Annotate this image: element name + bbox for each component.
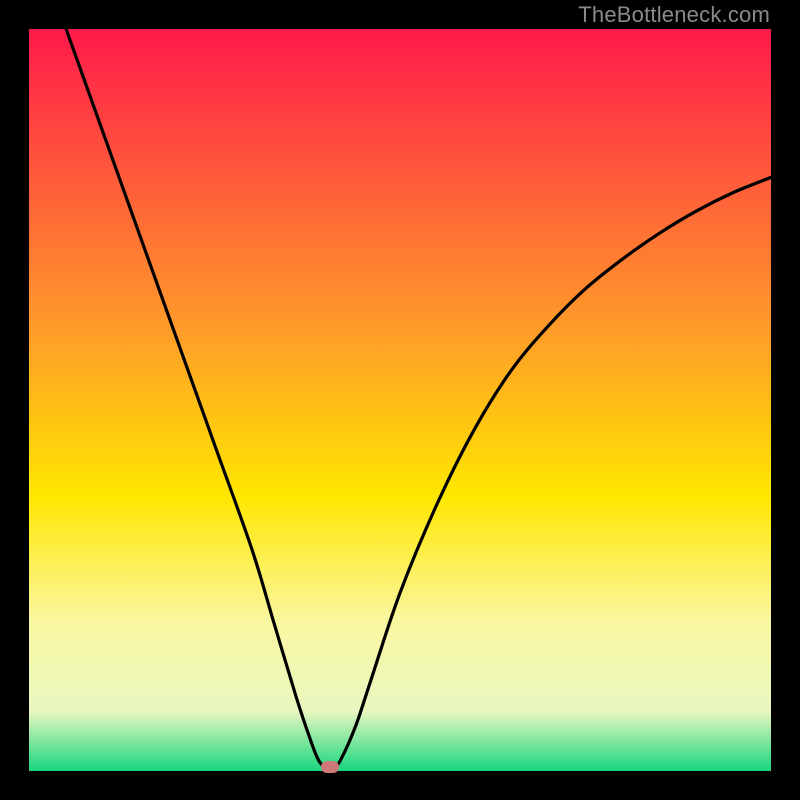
optimal-marker [321, 761, 339, 773]
bottleneck-curve [29, 29, 771, 771]
attribution-text: TheBottleneck.com [578, 2, 770, 28]
chart-frame: TheBottleneck.com [0, 0, 800, 800]
plot-area [29, 29, 771, 771]
